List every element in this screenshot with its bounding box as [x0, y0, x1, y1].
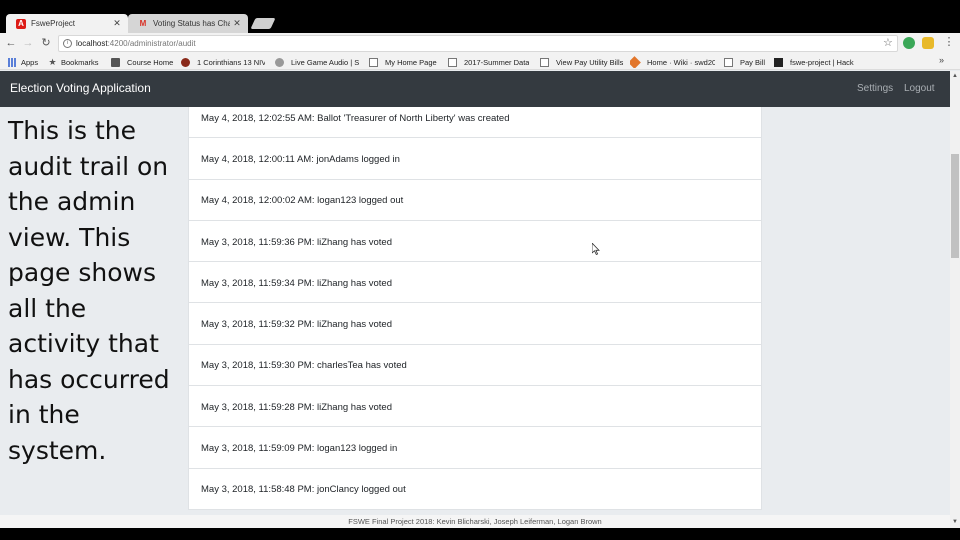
extension-icon[interactable] — [922, 37, 934, 49]
audit-entry: May 3, 2018, 11:59:09 PM: logan123 logge… — [188, 427, 762, 469]
gmail-icon: M — [139, 19, 147, 28]
browser-window: A FsweProject ✕ M Voting Status has Chan… — [0, 0, 960, 540]
annotation-text: This is the audit trail on the admin vie… — [8, 116, 170, 465]
audit-trail-list: May 4, 2018, 12:02:55 AM: Ballot 'Treasu… — [188, 107, 762, 510]
bookmark-label: 1 Corinthians 13 NIV — [197, 57, 265, 67]
tab-strip: A FsweProject ✕ M Voting Status has Chan… — [0, 0, 960, 33]
logout-link[interactable]: Logout — [904, 83, 935, 94]
reload-icon[interactable]: ↻ — [39, 36, 53, 50]
scroll-thumb[interactable] — [951, 154, 959, 258]
audit-entry: May 3, 2018, 11:59:36 PM: liZhang has vo… — [188, 220, 762, 263]
star-icon: ★ — [48, 56, 57, 67]
url-path: :4200/administrator/audit — [107, 39, 196, 48]
audit-entry: May 3, 2018, 11:59:28 PM: liZhang has vo… — [188, 386, 762, 428]
page-icon — [448, 57, 457, 67]
close-icon[interactable]: ✕ — [110, 18, 124, 29]
bookmark-live-game-audio[interactable]: Live Game Audio | S — [275, 56, 360, 68]
audit-page: This is the audit trail on the admin vie… — [0, 107, 950, 515]
game-audio-icon — [275, 57, 284, 67]
new-tab-button[interactable] — [250, 18, 276, 29]
extension-check-icon[interactable] — [903, 37, 915, 49]
bookmark-label: Live Game Audio | S — [291, 57, 360, 67]
bookmark-apps[interactable]: Apps — [8, 56, 38, 68]
github-icon — [774, 57, 783, 67]
screen-edge — [0, 528, 960, 540]
bookmark-label: Course Home — [127, 57, 174, 67]
more-bookmarks-icon[interactable]: » — [939, 55, 944, 65]
audit-entry: May 3, 2018, 11:59:30 PM: charlesTea has… — [188, 344, 762, 387]
address-bar[interactable]: i localhost:4200/administrator/audit — [58, 35, 898, 52]
document-icon — [111, 57, 120, 67]
bookmark-label: fswe-project | Hack — [790, 57, 854, 67]
gitlab-icon — [630, 56, 641, 68]
audit-entry: May 4, 2018, 12:00:11 AM: jonAdams logge… — [188, 138, 762, 180]
bookmark-label: Apps — [21, 57, 39, 67]
close-icon[interactable]: ✕ — [230, 18, 244, 29]
back-icon[interactable]: ← — [4, 36, 18, 50]
menu-icon[interactable]: ⋮ — [943, 35, 955, 48]
bookmark-pay-bill[interactable]: Pay Bill — [724, 56, 765, 68]
bookmark-label: 2017-Summer Data — [464, 57, 530, 67]
app-navbar: Election Voting Application Settings Log… — [0, 71, 950, 107]
bookmark-bookmarks[interactable]: ★ Bookmarks — [48, 56, 99, 68]
audit-entry: May 4, 2018, 12:02:55 AM: Ballot 'Treasu… — [188, 107, 762, 139]
bookmark-star-icon[interactable]: ☆ — [883, 36, 893, 49]
bookmark-wiki[interactable]: Home · Wiki · swd20 — [630, 56, 715, 68]
mouse-cursor-icon — [592, 243, 600, 255]
info-icon[interactable]: i — [63, 39, 72, 48]
bookmark-label: Bookmarks — [61, 57, 99, 67]
audit-entry: May 3, 2018, 11:59:34 PM: liZhang has vo… — [188, 262, 762, 304]
page-icon — [540, 57, 549, 67]
tab-voting-status[interactable]: M Voting Status has Change ✕ — [128, 14, 248, 33]
bookmark-course-home[interactable]: Course Home — [111, 56, 173, 68]
bookmark-2017-summer-data[interactable]: 2017-Summer Data — [448, 56, 529, 68]
page-scrollbar[interactable]: ▲ ▼ — [950, 71, 960, 528]
audit-entry: May 4, 2018, 12:00:02 AM: logan123 logge… — [188, 179, 762, 221]
bookmark-fswe-project[interactable]: fswe-project | Hack — [774, 56, 860, 68]
page-icon — [369, 57, 378, 67]
page-icon — [724, 57, 733, 67]
audit-entry: May 3, 2018, 11:59:32 PM: liZhang has vo… — [188, 303, 762, 345]
bookmark-label: Home · Wiki · swd20 — [647, 57, 715, 67]
tab-fsweproject[interactable]: A FsweProject ✕ — [6, 14, 128, 33]
app-brand[interactable]: Election Voting Application — [10, 81, 151, 95]
page-footer: FSWE Final Project 2018: Kevin Blicharsk… — [0, 515, 950, 528]
audit-entry: May 3, 2018, 11:58:48 PM: jonClancy logg… — [188, 468, 762, 510]
bookmark-corinthians[interactable]: 1 Corinthians 13 NIV — [181, 56, 265, 68]
apps-icon — [8, 57, 17, 67]
bookmark-my-home-page[interactable]: My Home Page — [369, 56, 437, 68]
bookmark-utility-bills[interactable]: View Pay Utility Bills — [540, 56, 623, 68]
bookmark-label: View Pay Utility Bills — [556, 57, 624, 67]
forward-icon[interactable]: → — [21, 36, 35, 50]
settings-link[interactable]: Settings — [857, 83, 893, 94]
bookmark-label: Pay Bill — [740, 57, 766, 67]
bible-icon — [181, 57, 190, 67]
tab-title: Voting Status has Change — [153, 19, 230, 28]
bookmarks-bar: Apps ★ Bookmarks Course Home 1 Corinthian… — [0, 54, 960, 70]
url-host: localhost — [76, 39, 108, 48]
tab-title: FsweProject — [31, 19, 76, 28]
bookmark-label: My Home Page — [385, 57, 437, 67]
scroll-up-icon[interactable]: ▲ — [950, 73, 960, 79]
scroll-down-icon[interactable]: ▼ — [950, 519, 960, 525]
browser-toolbar: ← → ↻ i localhost:4200/administrator/aud… — [0, 33, 960, 54]
angular-icon: A — [16, 18, 26, 29]
